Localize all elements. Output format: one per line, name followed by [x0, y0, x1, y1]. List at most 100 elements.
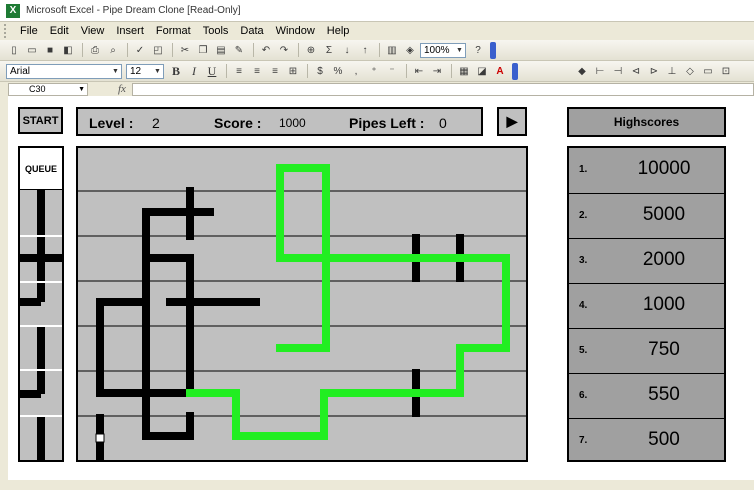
- game-board[interactable]: [76, 146, 528, 462]
- excel-icon: X: [6, 3, 20, 18]
- undo-icon[interactable]: ↶: [258, 42, 274, 58]
- open-icon[interactable]: ▭: [24, 42, 40, 58]
- play-icon: ▶: [506, 113, 518, 129]
- list-item: 4. 1000: [569, 283, 724, 328]
- format-painter-icon[interactable]: ✎: [231, 42, 247, 58]
- highscore-value: 550: [648, 384, 680, 405]
- spelling-icon[interactable]: ✓: [132, 42, 148, 58]
- toolbar-separator: [406, 64, 407, 78]
- toolbar-separator: [298, 43, 299, 57]
- menu-data[interactable]: Data: [234, 25, 269, 37]
- permission-icon[interactable]: ◧: [60, 42, 76, 58]
- decrease-indent-icon[interactable]: ⇤: [411, 63, 427, 79]
- add-in-icon[interactable]: ⊢: [592, 63, 608, 79]
- paste-icon[interactable]: ▤: [213, 42, 229, 58]
- save-icon[interactable]: ■: [42, 42, 58, 58]
- zoom-value: 100%: [424, 44, 450, 56]
- align-center-icon[interactable]: ≡: [249, 63, 265, 79]
- function-icon[interactable]: fx: [118, 83, 126, 95]
- fill-color-icon[interactable]: ◪: [474, 63, 490, 79]
- toolbar-options-icon[interactable]: [512, 62, 518, 80]
- chevron-down-icon: ▼: [112, 67, 119, 75]
- font-name-select[interactable]: Arial ▼: [6, 63, 122, 79]
- name-box[interactable]: C30 ▼: [8, 82, 88, 96]
- name-box-value: C30: [29, 83, 46, 94]
- menu-bar: File Edit View Insert Format Tools Data …: [0, 22, 754, 40]
- start-button[interactable]: START: [18, 107, 63, 134]
- drawing-icon[interactable]: ◈: [402, 42, 418, 58]
- title-bar: X Microsoft Excel - Pipe Dream Clone [Re…: [0, 0, 754, 22]
- list-item: 1. 10000: [569, 148, 724, 193]
- highscore-value: 5000: [642, 204, 686, 225]
- add-in-icon[interactable]: ◇: [682, 63, 698, 79]
- comma-icon[interactable]: ,: [348, 63, 364, 79]
- print-preview-icon[interactable]: ⌕: [105, 42, 121, 58]
- percent-icon[interactable]: %: [330, 63, 346, 79]
- borders-icon[interactable]: ▦: [456, 63, 472, 79]
- highscore-value: 10000: [637, 158, 691, 179]
- highscore-rank: 5.: [579, 345, 588, 356]
- cursor-marker: [95, 433, 105, 443]
- font-size-select[interactable]: 12 ▼: [126, 63, 164, 79]
- font-size-value: 12: [130, 65, 142, 77]
- italic-button[interactable]: I: [186, 63, 202, 79]
- redo-icon[interactable]: ↷: [276, 42, 292, 58]
- menu-insert[interactable]: Insert: [110, 25, 150, 37]
- formula-input[interactable]: [131, 82, 754, 96]
- menu-format[interactable]: Format: [150, 25, 197, 37]
- list-item: 7. 500: [569, 418, 724, 463]
- list-item: 6. 550: [569, 373, 724, 418]
- help-icon[interactable]: ?: [470, 42, 486, 58]
- underline-button[interactable]: U: [204, 63, 220, 79]
- align-left-icon[interactable]: ≡: [231, 63, 247, 79]
- folder-icon[interactable]: ▭: [700, 63, 716, 79]
- new-icon[interactable]: ▯: [6, 42, 22, 58]
- add-in-icon[interactable]: ⊣: [610, 63, 626, 79]
- copy-icon[interactable]: ❐: [195, 42, 211, 58]
- game-status-bar: Level : 2 Score : 1000 Pipes Left : 0: [76, 107, 483, 136]
- bold-button[interactable]: B: [168, 63, 184, 79]
- status-strip: [0, 480, 754, 490]
- play-button[interactable]: ▶: [497, 107, 527, 136]
- autosum-icon[interactable]: Σ: [321, 42, 337, 58]
- add-in-icon[interactable]: ◆: [574, 63, 590, 79]
- hyperlink-icon[interactable]: ⊕: [303, 42, 319, 58]
- formatting-toolbar: Arial ▼ 12 ▼ B I U ≡ ≡ ≡ ⊞ $ % , ⁺ ⁻ ⇤ ⇥…: [0, 61, 754, 82]
- highscore-rank: 1.: [579, 164, 588, 175]
- score-label: Score :: [214, 115, 262, 131]
- pipes-left-value: 0: [439, 115, 447, 131]
- menu-window[interactable]: Window: [270, 25, 321, 37]
- chevron-down-icon: ▼: [78, 85, 85, 93]
- add-in-icon[interactable]: ⊳: [646, 63, 662, 79]
- menu-file[interactable]: File: [14, 25, 44, 37]
- cut-icon[interactable]: ✂: [177, 42, 193, 58]
- menu-edit[interactable]: Edit: [44, 25, 75, 37]
- toolbar-options-icon[interactable]: [490, 41, 496, 59]
- add-in-icon[interactable]: ⊲: [628, 63, 644, 79]
- highscore-value: 500: [648, 429, 680, 450]
- decrease-decimal-icon[interactable]: ⁻: [384, 63, 400, 79]
- currency-icon[interactable]: $: [312, 63, 328, 79]
- menu-grip[interactable]: [4, 24, 8, 38]
- add-in-icon[interactable]: ⊡: [718, 63, 734, 79]
- align-right-icon[interactable]: ≡: [267, 63, 283, 79]
- sort-ascending-icon[interactable]: ↓: [339, 42, 355, 58]
- toolbar-separator: [82, 43, 83, 57]
- sort-descending-icon[interactable]: ↑: [357, 42, 373, 58]
- menu-tools[interactable]: Tools: [197, 25, 235, 37]
- queue-pipes: [20, 190, 62, 460]
- highscore-value: 2000: [642, 249, 686, 270]
- zoom-select[interactable]: 100% ▼: [420, 42, 466, 58]
- menu-help[interactable]: Help: [321, 25, 356, 37]
- menu-view[interactable]: View: [75, 25, 111, 37]
- font-color-icon[interactable]: A: [492, 63, 508, 79]
- toolbar-separator: [379, 43, 380, 57]
- add-in-icon[interactable]: ⊥: [664, 63, 680, 79]
- chart-wizard-icon[interactable]: ▥: [384, 42, 400, 58]
- merge-center-icon[interactable]: ⊞: [285, 63, 301, 79]
- print-icon[interactable]: ⎙: [87, 42, 103, 58]
- chevron-down-icon: ▼: [456, 46, 463, 54]
- research-icon[interactable]: ◰: [150, 42, 166, 58]
- increase-indent-icon[interactable]: ⇥: [429, 63, 445, 79]
- increase-decimal-icon[interactable]: ⁺: [366, 63, 382, 79]
